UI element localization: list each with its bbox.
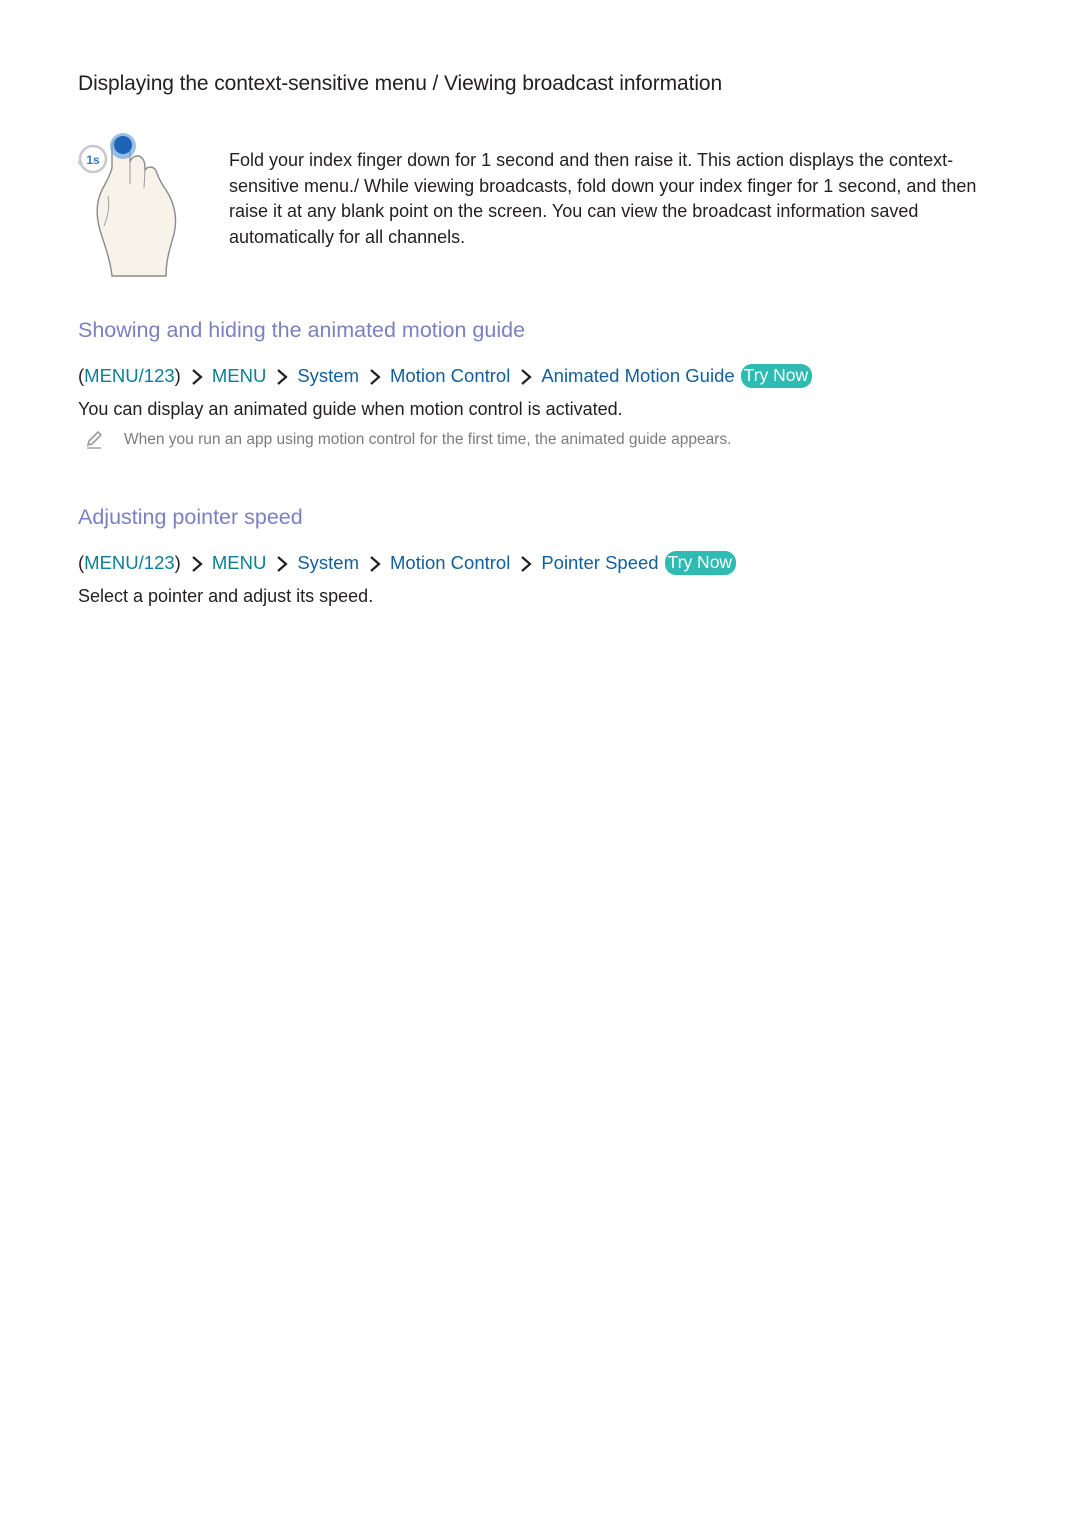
chevron-right-icon [192, 369, 203, 385]
chevron-right-icon [277, 369, 288, 385]
menu-path-pointer-speed: ( MENU/123 ) MENU System Motion Control … [78, 551, 737, 575]
path-item-motion-control: Motion Control [390, 365, 511, 386]
section-title-motion-guide: Showing and hiding the animated motion g… [78, 318, 526, 342]
pointer-speed-description: Select a pointer and adjust its speed. [78, 586, 374, 606]
path-root-menu-123: MENU/123 [84, 552, 175, 573]
path-item-system: System [297, 552, 359, 573]
chevron-right-icon [277, 556, 288, 572]
path-item-motion-control: Motion Control [390, 552, 511, 573]
path-item-animated-motion-guide: Animated Motion Guide [541, 365, 735, 386]
chevron-right-icon [192, 556, 203, 572]
try-now-button[interactable]: Try Now [664, 551, 737, 575]
pencil-note-icon [86, 430, 103, 449]
section-title-context-menu: Displaying the context-sensitive menu / … [78, 72, 723, 95]
path-item-menu: MENU [211, 552, 267, 573]
menu-path-motion-guide: ( MENU/123 ) MENU System Motion Control … [78, 364, 813, 388]
path-close-paren: ) [174, 552, 181, 573]
path-item-menu: MENU [211, 365, 267, 386]
section-title-pointer-speed: Adjusting pointer speed [78, 505, 303, 529]
timer-badge-label: 1s [86, 153, 100, 167]
gesture-description: Fold your index finger down for 1 second… [229, 150, 977, 247]
note: When you run an app using motion control… [84, 430, 731, 450]
path-close-paren: ) [174, 365, 181, 386]
chevron-right-icon [521, 369, 532, 385]
hand-index-finger-fold-icon: 1s [77, 133, 177, 277]
path-item-pointer-speed: Pointer Speed [541, 552, 659, 573]
note-text: When you run an app using motion control… [124, 431, 732, 448]
manual-page: Displaying the context-sensitive menu / … [0, 0, 1080, 1527]
try-now-button[interactable]: Try Now [740, 364, 813, 388]
motion-guide-description: You can display an animated guide when m… [78, 399, 623, 419]
path-item-system: System [297, 365, 359, 386]
chevron-right-icon [521, 556, 532, 572]
path-root-menu-123: MENU/123 [84, 365, 175, 386]
chevron-right-icon [370, 556, 381, 572]
chevron-right-icon [370, 369, 381, 385]
